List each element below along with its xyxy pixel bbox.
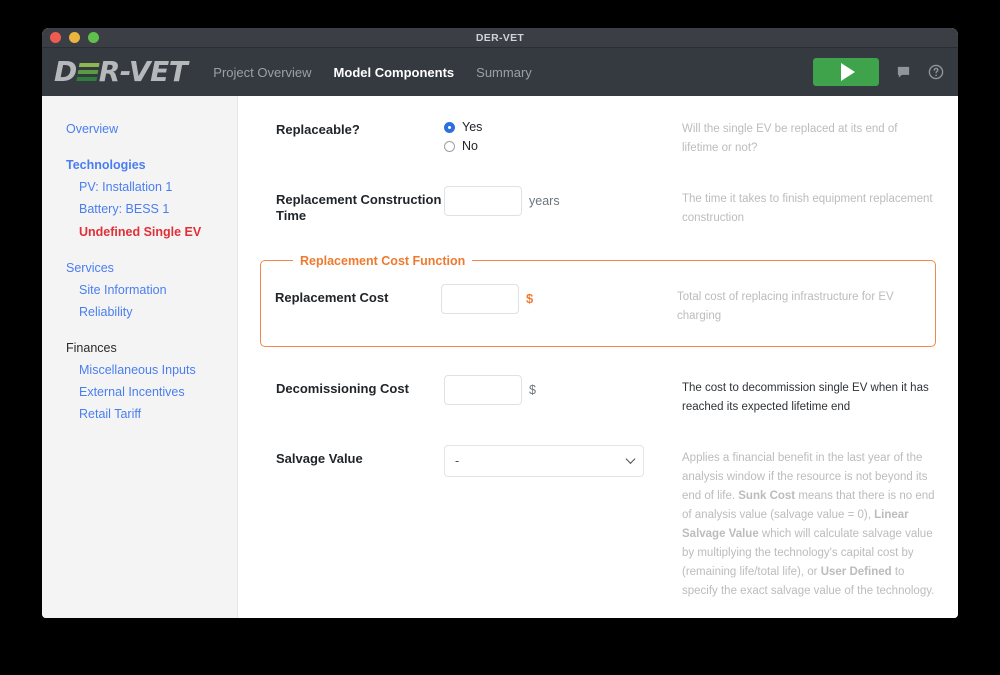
field-replacement-construction-time: Replacement Construction Time years The …	[276, 184, 936, 228]
decommissioning-cost-input[interactable]	[444, 374, 522, 405]
sidebar-item-reliability[interactable]: Reliability	[66, 301, 237, 323]
sidebar-group-services[interactable]: Services	[66, 257, 237, 279]
unit-years: years	[529, 193, 560, 208]
radio-replaceable-no[interactable]: No	[444, 139, 482, 153]
sidebar-nav: Overview Technologies PV: Installation 1…	[42, 96, 238, 618]
sidebar-item-retail-tariff[interactable]: Retail Tariff	[66, 403, 237, 425]
field-control-replacement-construction-time: years	[444, 184, 666, 216]
field-label-replacement-construction-time: Replacement Construction Time	[276, 191, 442, 224]
field-replacement-cost: Replacement Cost $ Total cost of replaci…	[275, 282, 923, 326]
navbar-actions	[813, 58, 944, 86]
der-vet-logo[interactable]: D R-VET	[54, 55, 188, 88]
unit-dollar-replacement-cost: $	[526, 291, 534, 307]
replacement-cost-function-group: Replacement Cost Function Replacement Co…	[260, 253, 936, 347]
field-label-replacement-cost: Replacement Cost	[275, 289, 389, 305]
nav-link-summary[interactable]: Summary	[476, 65, 532, 80]
sidebar-item-undefined-single-ev[interactable]: Undefined Single EV	[66, 221, 237, 243]
content-area: Overview Technologies PV: Installation 1…	[42, 96, 958, 618]
field-description-replaceable: Will the single EV be replaced at its en…	[682, 123, 898, 154]
field-description-decommissioning-cost: The cost to decommission single EV when …	[682, 381, 929, 413]
field-control-salvage-value	[444, 443, 666, 477]
model-component-form: Replaceable? Yes No Will the single EV b…	[238, 96, 958, 618]
field-control-replacement-cost: $	[441, 282, 663, 314]
play-icon	[840, 63, 855, 81]
sidebar-item-miscellaneous-inputs[interactable]: Miscellaneous Inputs	[66, 359, 237, 381]
chat-icon[interactable]	[896, 65, 911, 80]
nav-link-project-overview[interactable]: Project Overview	[213, 65, 311, 80]
sidebar-item-external-incentives[interactable]: External Incentives	[66, 381, 237, 403]
radio-unselected-icon	[444, 140, 455, 152]
field-control-replaceable: Yes No	[444, 114, 666, 153]
sidebar-item-overview[interactable]: Overview	[66, 118, 237, 140]
field-salvage-value: Salvage Value Applies a financial benefi…	[276, 443, 936, 601]
logo-e-bars-icon	[76, 63, 100, 81]
field-description-salvage-value: Applies a financial benefit in the last …	[682, 451, 935, 597]
field-description-replacement-cost: Total cost of replacing infrastructure f…	[677, 290, 894, 322]
radio-replaceable-yes[interactable]: Yes	[444, 120, 482, 134]
salvage-value-select-wrap	[444, 444, 644, 477]
field-description-replacement-construction-time: The time it takes to finish equipment re…	[682, 192, 933, 224]
window-title: DER-VET	[475, 31, 525, 44]
application-window: DER-VET D R-VET Project Overview Model C…	[42, 28, 958, 618]
nav-links: Project Overview Model Components Summar…	[213, 65, 531, 80]
field-label-salvage-value: Salvage Value	[276, 450, 363, 466]
sidebar-group-finances: Finances	[66, 341, 117, 355]
radio-label-no: No	[462, 139, 478, 153]
unit-dollar-decommissioning-cost: $	[529, 382, 536, 397]
replacement-construction-time-input[interactable]	[444, 185, 522, 216]
replacement-cost-input[interactable]	[441, 283, 519, 314]
logo-prefix: D	[54, 55, 77, 88]
help-icon[interactable]	[928, 64, 944, 80]
sidebar-item-pv-installation-1[interactable]: PV: Installation 1	[66, 176, 237, 198]
salvage-value-select[interactable]	[444, 444, 644, 477]
radio-selected-icon	[444, 121, 455, 133]
field-decommissioning-cost: Decomissioning Cost $ The cost to decomm…	[276, 373, 936, 417]
window-titlebar: DER-VET	[42, 28, 958, 48]
radio-label-yes: Yes	[462, 120, 483, 134]
field-replaceable: Replaceable? Yes No Will the single EV b…	[276, 114, 936, 158]
top-navbar: D R-VET Project Overview Model Component…	[42, 48, 958, 96]
field-control-decommissioning-cost: $	[444, 373, 666, 405]
field-label-replaceable: Replaceable?	[276, 122, 360, 137]
replacement-cost-function-legend: Replacement Cost Function	[300, 253, 466, 268]
sidebar-item-battery-bess-1[interactable]: Battery: BESS 1	[66, 198, 237, 220]
logo-suffix: R-VET	[98, 55, 188, 88]
sidebar-group-technologies[interactable]: Technologies	[66, 154, 237, 176]
field-label-decommissioning-cost: Decomissioning Cost	[276, 380, 409, 396]
nav-link-model-components[interactable]: Model Components	[334, 65, 455, 80]
run-model-button[interactable]	[813, 58, 879, 86]
sidebar-item-site-information[interactable]: Site Information	[66, 279, 237, 301]
replaceable-radio-group: Yes No	[444, 116, 482, 153]
